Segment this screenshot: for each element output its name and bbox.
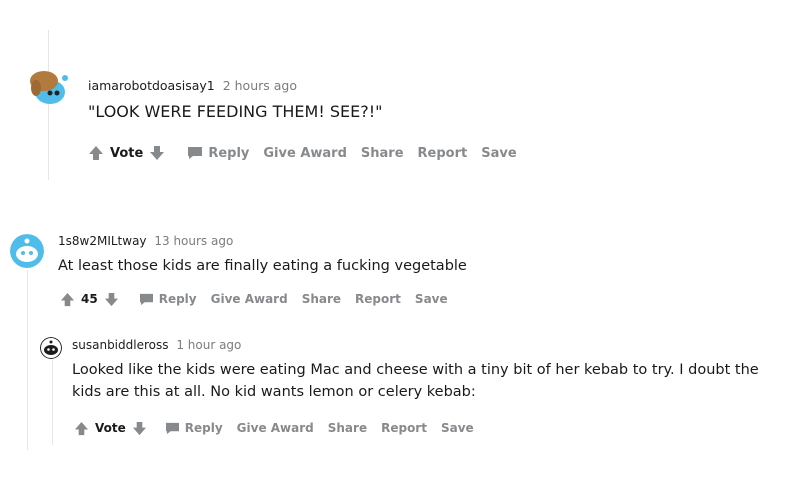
reply-label: Reply [184, 421, 223, 435]
give-award-button[interactable]: Give Award [211, 292, 288, 306]
avatar[interactable] [10, 234, 44, 268]
reply-label: Reply [158, 292, 197, 306]
downvote-arrow-icon[interactable] [104, 292, 119, 307]
comment-actions: Vote Reply Give Award Share Report Save [74, 419, 474, 437]
snoo-avatar-icon [30, 71, 68, 104]
comment-bubble-icon [165, 422, 179, 434]
downvote-arrow-icon[interactable] [149, 145, 165, 161]
username[interactable]: 1s8w2MILtway [58, 234, 147, 248]
reply-label: Reply [208, 145, 250, 161]
comment-body: Looked like the kids were eating Mac and… [72, 362, 759, 400]
comment-actions: Vote Reply Give Award Share Report Save [88, 143, 517, 163]
avatar[interactable] [40, 337, 62, 359]
comment-bubble-icon [139, 293, 153, 305]
comment-actions: 45 Reply Give Award Share Report Save [60, 290, 448, 308]
comment-meta: susanbiddleross 1 hour ago [72, 338, 241, 352]
report-button[interactable]: Report [418, 146, 468, 161]
avatar[interactable] [26, 66, 70, 110]
upvote-arrow-icon[interactable] [88, 145, 104, 161]
vote-controls: Vote [88, 145, 165, 161]
thread-line[interactable] [52, 360, 53, 445]
username[interactable]: iamarobotdoasisay1 [88, 78, 215, 93]
give-award-button[interactable]: Give Award [263, 146, 347, 161]
give-award-button[interactable]: Give Award [237, 421, 314, 435]
report-button[interactable]: Report [355, 292, 401, 306]
save-button[interactable]: Save [415, 292, 448, 306]
comment-meta: 1s8w2MILtway 13 hours ago [58, 234, 233, 248]
share-button[interactable]: Share [361, 146, 404, 161]
reply-button[interactable]: Reply [187, 146, 249, 161]
thread-line[interactable] [27, 270, 28, 450]
snoo-avatar-icon [40, 337, 62, 359]
vote-controls: 45 [60, 292, 119, 307]
timestamp[interactable]: 1 hour ago [176, 338, 241, 352]
snoo-avatar-icon [10, 234, 44, 268]
username[interactable]: susanbiddleross [72, 338, 169, 352]
upvote-arrow-icon[interactable] [74, 421, 89, 436]
save-button[interactable]: Save [481, 146, 516, 161]
comment-meta: iamarobotdoasisay1 2 hours ago [88, 78, 297, 93]
comment-body: At least those kids are finally eating a… [58, 258, 467, 274]
vote-score: Vote [110, 145, 144, 161]
timestamp[interactable]: 13 hours ago [154, 234, 233, 248]
upvote-arrow-icon[interactable] [60, 292, 75, 307]
comment-body: "LOOK WERE FEEDING THEM! SEE?!" [88, 102, 383, 121]
reply-button[interactable]: Reply [165, 421, 223, 435]
timestamp[interactable]: 2 hours ago [223, 78, 297, 93]
comment-bubble-icon [188, 147, 203, 159]
report-button[interactable]: Report [381, 421, 427, 435]
save-button[interactable]: Save [441, 421, 474, 435]
vote-score: Vote [95, 421, 126, 435]
vote-controls: Vote [74, 421, 147, 436]
downvote-arrow-icon[interactable] [132, 421, 147, 436]
reply-button[interactable]: Reply [139, 292, 197, 306]
share-button[interactable]: Share [302, 292, 341, 306]
vote-score: 45 [81, 292, 98, 306]
share-button[interactable]: Share [328, 421, 367, 435]
